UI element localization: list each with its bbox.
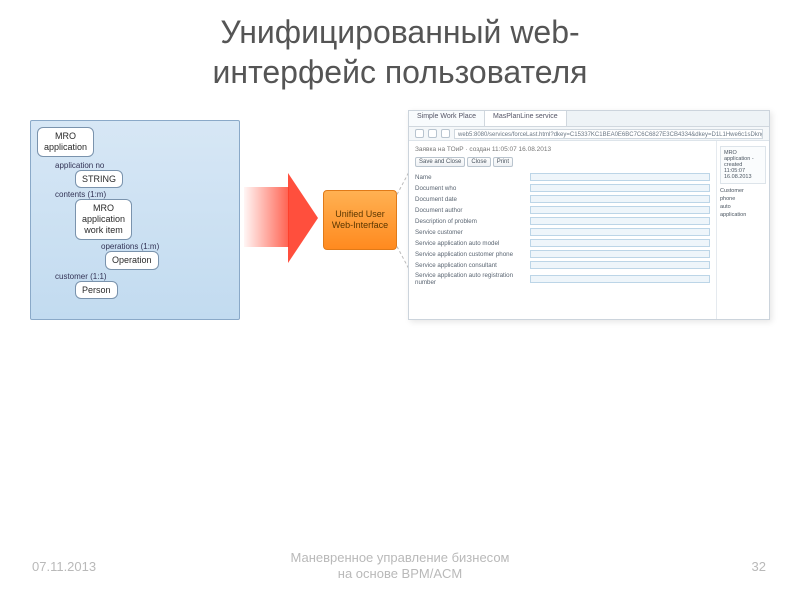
side-panel: MRO application - created 11:05:07 16.08… <box>717 141 769 319</box>
model-tree-panel: MRO application application no STRING co… <box>30 120 240 320</box>
footer-caption: Маневренное управление бизнесом на основ… <box>0 550 800 583</box>
form-row: Service application customer phone <box>415 250 710 258</box>
form-row: Service customer <box>415 228 710 236</box>
form-row: Service application auto registration nu… <box>415 272 710 286</box>
side-item: Customer <box>720 188 766 194</box>
tree-node-work-item: MRO application work item <box>75 199 132 239</box>
form-row: Document author <box>415 206 710 214</box>
form-row: Service application auto model <box>415 239 710 247</box>
close-button[interactable]: Close <box>467 157 490 167</box>
reload-icon[interactable] <box>441 129 450 138</box>
form-field-label: Service customer <box>415 229 530 236</box>
title-line-2: интерфейс пользователя <box>213 54 588 90</box>
tree-label-customer: customer (1:1) <box>55 272 107 281</box>
form-toolbar: Save and Close Close Print <box>415 157 710 167</box>
form-field-input[interactable] <box>530 261 710 269</box>
address-bar: web5:8080/services/forceLast.html?dkey=C… <box>409 127 769 141</box>
url-input[interactable]: web5:8080/services/forceLast.html?dkey=C… <box>454 129 763 139</box>
forward-icon[interactable] <box>428 129 437 138</box>
form-header: Заявка на ТОиР · создан 11:05:07 16.08.2… <box>415 146 710 153</box>
form-field-input[interactable] <box>530 184 710 192</box>
back-icon[interactable] <box>415 129 424 138</box>
form-field-label: Service application auto registration nu… <box>415 272 530 286</box>
form-field-label: Name <box>415 174 530 181</box>
footer-page-number: 32 <box>752 559 766 574</box>
form-field-input[interactable] <box>530 217 710 225</box>
form-field-input[interactable] <box>530 195 710 203</box>
form-field-label: Document who <box>415 185 530 192</box>
form-field-label: Service application auto model <box>415 240 530 247</box>
form-field-label: Service application customer phone <box>415 251 530 258</box>
browser-tab-bar: Simple Work Place MasPlanLine service <box>409 111 769 127</box>
side-item: application <box>720 212 766 218</box>
form-row: Service application consultant <box>415 261 710 269</box>
form-row: Document date <box>415 195 710 203</box>
diagram-area: MRO application application no STRING co… <box>30 120 770 340</box>
save-close-button[interactable]: Save and Close <box>415 157 465 167</box>
form-field-input[interactable] <box>530 250 710 258</box>
side-item: auto <box>720 204 766 210</box>
browser-window: Simple Work Place MasPlanLine service we… <box>408 110 770 320</box>
form-field-input[interactable] <box>530 206 710 214</box>
side-item: phone <box>720 196 766 202</box>
browser-tab[interactable]: MasPlanLine service <box>485 111 567 126</box>
form-field-label: Document date <box>415 196 530 203</box>
tree-label-contents: contents (1:m) <box>55 190 106 199</box>
side-header: MRO application - created 11:05:07 16.08… <box>720 146 766 184</box>
form-field-input[interactable] <box>530 239 710 247</box>
unified-interface-box: Unified User Web-Interface <box>323 190 397 250</box>
page-body: Заявка на ТОиР · создан 11:05:07 16.08.2… <box>409 141 769 319</box>
form-field-label: Service application consultant <box>415 262 530 269</box>
form-row: Document who <box>415 184 710 192</box>
tree-node-person: Person <box>75 281 118 300</box>
tree-label-application-no: application no <box>55 161 104 170</box>
tree-node-operation: Operation <box>105 251 159 270</box>
form-field-label: Description of problem <box>415 218 530 225</box>
form-panel: Заявка на ТОиР · создан 11:05:07 16.08.2… <box>409 141 717 319</box>
title-line-1: Унифицированный web- <box>220 14 579 50</box>
tree-label-operations: operations (1:m) <box>101 242 159 251</box>
form-field-input[interactable] <box>530 228 710 236</box>
form-field-label: Document author <box>415 207 530 214</box>
transform-arrow-icon <box>244 175 319 260</box>
form-field-input[interactable] <box>530 275 710 283</box>
tree-node-root: MRO application <box>37 127 94 157</box>
tree-node-string: STRING <box>75 170 123 189</box>
slide-title: Унифицированный web- интерфейс пользоват… <box>0 0 800 92</box>
browser-tab[interactable]: Simple Work Place <box>409 111 485 126</box>
form-row: Description of problem <box>415 217 710 225</box>
form-row: Name <box>415 173 710 181</box>
form-field-input[interactable] <box>530 173 710 181</box>
print-button[interactable]: Print <box>493 157 513 167</box>
